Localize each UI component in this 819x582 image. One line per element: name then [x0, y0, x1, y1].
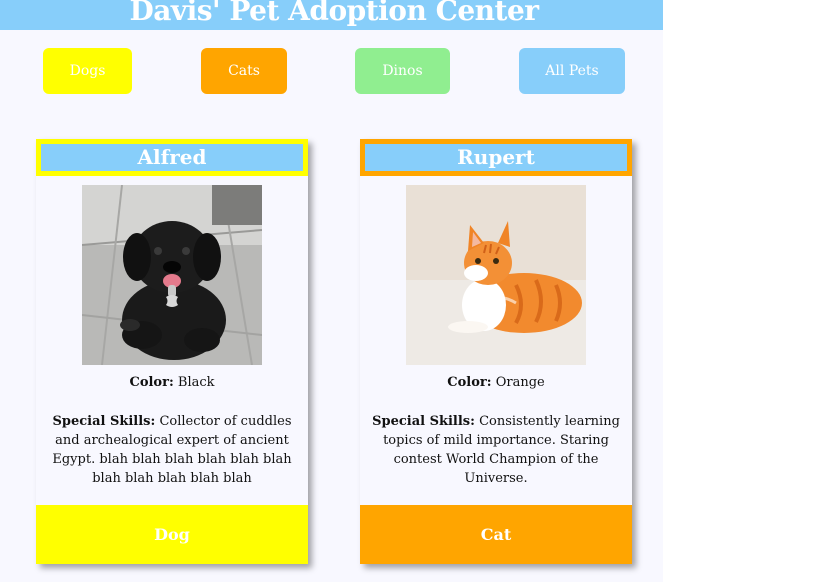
page: Davis' Pet Adoption Center Dogs Cats Din…	[0, 0, 663, 582]
black-puppy-photo	[82, 185, 262, 365]
dinos-filter-button[interactable]: Dinos	[355, 48, 450, 94]
all-pets-filter-button[interactable]: All Pets	[519, 48, 625, 94]
pet-color-value: Orange	[495, 375, 545, 390]
pet-skills-row: Special Skills: Collector of cuddles and…	[46, 412, 298, 488]
pet-type-footer: Cat	[360, 505, 632, 564]
skills-label: Special Skills:	[52, 414, 156, 429]
cats-filter-button[interactable]: Cats	[201, 48, 287, 94]
page-title: Davis' Pet Adoption Center	[129, 0, 539, 27]
pet-color-value: Black	[177, 375, 215, 390]
orange-cat-photo	[406, 185, 586, 365]
dogs-filter-button[interactable]: Dogs	[43, 48, 132, 94]
pet-name: Alfred	[36, 139, 308, 176]
color-label: Color:	[447, 375, 492, 390]
pet-card-rupert: Rupert Color: Orange Special Skills: Con…	[360, 139, 632, 564]
pet-card-alfred: Alfred Color: Black Special Skills: Coll…	[36, 139, 308, 564]
color-label: Color:	[129, 375, 174, 390]
pet-color-row: Color: Orange	[360, 375, 632, 390]
pet-color-row: Color: Black	[36, 375, 308, 390]
pet-skills-row: Special Skills: Consistently learning to…	[370, 412, 622, 488]
pet-name: Rupert	[360, 139, 632, 176]
pet-type-footer: Dog	[36, 505, 308, 564]
skills-label: Special Skills:	[372, 414, 475, 429]
